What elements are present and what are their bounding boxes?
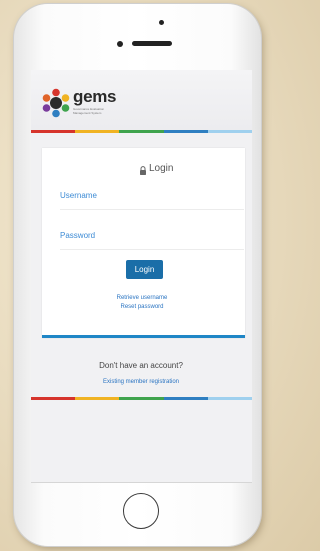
brand-header: gems Governance Evaluation Management Sy…	[31, 70, 252, 130]
footer-color-bar	[31, 397, 252, 400]
login-title: Login	[149, 163, 174, 174]
login-button[interactable]: Login	[126, 260, 163, 279]
logo-subtext: Governance Evaluation Management System	[73, 107, 105, 115]
bar-segment-yellow	[75, 130, 120, 133]
bar-segment-blue	[163, 397, 208, 400]
bar-segment-green	[119, 130, 164, 133]
no-account-text: Don't have an account?	[99, 361, 183, 370]
bar-segment-green	[119, 397, 164, 400]
screen-bottom-edge	[31, 482, 252, 483]
sensor-dot	[159, 20, 164, 25]
bar-segment-lightblue	[207, 397, 252, 400]
gems-logo-icon	[42, 88, 70, 118]
front-camera	[117, 41, 123, 47]
earpiece-speaker	[132, 41, 172, 46]
username-field[interactable]: Username	[60, 191, 97, 200]
bar-segment-yellow	[75, 397, 120, 400]
username-underline	[60, 209, 244, 210]
reset-password-link[interactable]: Reset password	[91, 304, 193, 310]
retrieve-username-link[interactable]: Retrieve username	[91, 295, 193, 301]
bar-segment-red	[31, 397, 76, 400]
registration-link[interactable]: Existing member registration	[61, 379, 221, 385]
bar-segment-red	[31, 130, 76, 133]
logo-text: gems	[73, 87, 117, 106]
bar-segment-lightblue	[207, 130, 252, 133]
lock-icon	[140, 166, 146, 175]
password-field[interactable]: Password	[60, 231, 95, 240]
card-accent-line	[42, 335, 245, 338]
app-screen: gems Governance Evaluation Management Sy…	[31, 70, 252, 482]
brand-color-bar	[31, 130, 252, 133]
password-underline	[60, 249, 244, 250]
home-button-icon[interactable]	[123, 493, 159, 529]
bar-segment-blue	[163, 130, 208, 133]
